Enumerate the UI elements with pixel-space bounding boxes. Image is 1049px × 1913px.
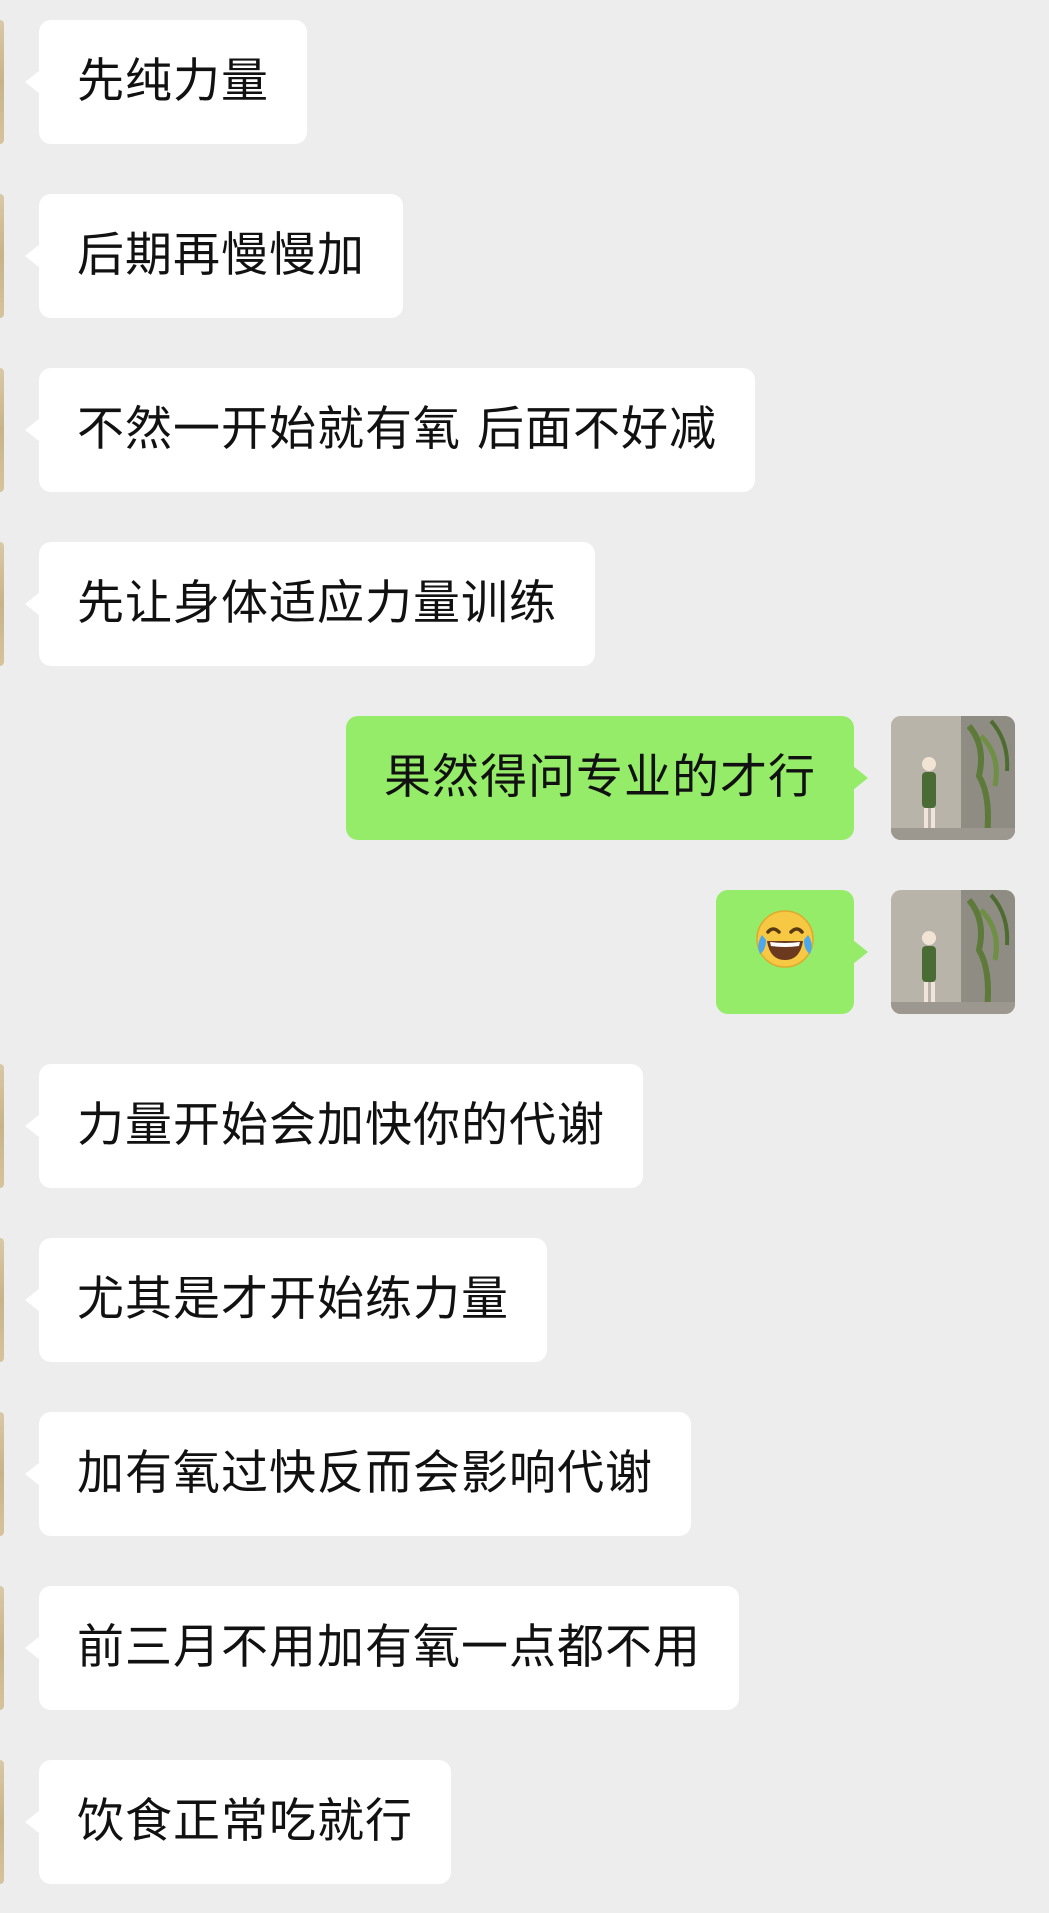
message-bubble[interactable]: 先让身体适应力量训练 (25, 542, 595, 666)
message-row-outgoing: 果然得问专业的才行 (0, 716, 1049, 840)
contact-avatar[interactable] (0, 194, 4, 318)
user-avatar[interactable] (891, 716, 1015, 840)
message-text: 先让身体适应力量训练 (77, 576, 557, 631)
contact-avatar[interactable] (0, 1412, 4, 1536)
message-bubble[interactable]: 加有氧过快反而会影响代谢 (25, 1412, 691, 1536)
message-row-incoming: 尤其是才开始练力量 (0, 1238, 1049, 1362)
message-text: 先纯力量 (77, 54, 269, 109)
message-bubble[interactable]: 力量开始会加快你的代谢 (25, 1064, 643, 1188)
message-row-incoming: 加有氧过快反而会影响代谢 (0, 1412, 1049, 1536)
message-text: 加有氧过快反而会影响代谢 (77, 1446, 653, 1501)
message-text: 果然得问专业的才行 (384, 750, 816, 805)
message-row-incoming: 先让身体适应力量训练 (0, 542, 1049, 666)
message-row-incoming: 力量开始会加快你的代谢 (0, 1064, 1049, 1188)
message-text: 饮食正常吃就行 (77, 1794, 413, 1849)
message-row-incoming: 先纯力量 (0, 20, 1049, 144)
chat-message-list[interactable]: 先纯力量 后期再慢慢加 不然一开始就有氧 后面不好减 先让身体适应力量训练 果然… (0, 0, 1049, 1913)
contact-avatar[interactable] (0, 1064, 4, 1188)
message-row-incoming: 前三月不用加有氧一点都不用 (0, 1586, 1049, 1710)
message-bubble[interactable]: 前三月不用加有氧一点都不用 (25, 1586, 739, 1710)
message-bubble[interactable]: 饮食正常吃就行 (25, 1760, 451, 1884)
contact-avatar[interactable] (0, 1586, 4, 1710)
message-text: 尤其是才开始练力量 (77, 1272, 509, 1327)
contact-avatar[interactable] (0, 368, 4, 492)
face-with-tears-of-joy-icon (754, 893, 816, 1017)
message-row-incoming: 饮食正常吃就行 (0, 1760, 1049, 1884)
message-bubble[interactable]: 不然一开始就有氧 后面不好减 (25, 368, 755, 492)
message-row-incoming: 后期再慢慢加 (0, 194, 1049, 318)
message-bubble[interactable]: 果然得问专业的才行 (346, 716, 868, 840)
contact-avatar[interactable] (0, 542, 4, 666)
message-text: 不然一开始就有氧 后面不好减 (77, 402, 717, 457)
message-text: 力量开始会加快你的代谢 (77, 1098, 605, 1153)
message-bubble[interactable]: 尤其是才开始练力量 (25, 1238, 547, 1362)
message-text: 前三月不用加有氧一点都不用 (77, 1620, 701, 1675)
message-row-outgoing (0, 890, 1049, 1014)
message-bubble[interactable]: 后期再慢慢加 (25, 194, 403, 318)
user-avatar[interactable] (891, 890, 1015, 1014)
contact-avatar[interactable] (0, 1760, 4, 1884)
message-text: 后期再慢慢加 (77, 228, 365, 283)
message-bubble[interactable] (716, 890, 868, 1017)
message-row-incoming: 不然一开始就有氧 后面不好减 (0, 368, 1049, 492)
contact-avatar[interactable] (0, 1238, 4, 1362)
contact-avatar[interactable] (0, 20, 4, 144)
message-bubble[interactable]: 先纯力量 (25, 20, 307, 144)
